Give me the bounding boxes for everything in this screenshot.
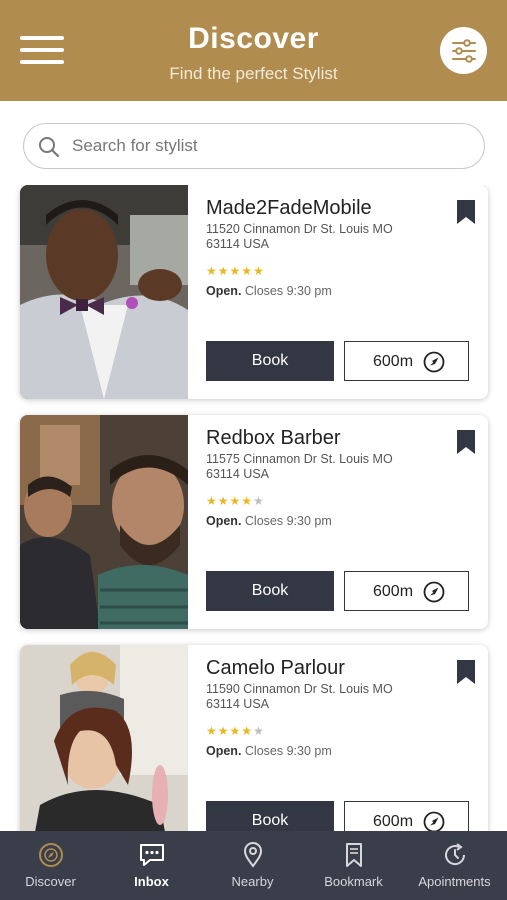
search-icon	[39, 137, 60, 158]
stylist-list[interactable]: Made2FadeMobile 11520 Cinnamon Dr St. Lo…	[0, 185, 507, 831]
bookmark-icon[interactable]	[456, 429, 476, 455]
chat-icon	[140, 844, 164, 866]
rating-stars: ★★★★★	[206, 264, 265, 278]
rating-stars: ★★★★★	[206, 494, 265, 508]
star-empty-icon: ★	[253, 494, 265, 508]
closing-time: Closes 9:30 pm	[244, 284, 332, 298]
tab-label: Inbox	[134, 874, 169, 889]
star-filled-icon: ★	[217, 494, 230, 508]
distance-button[interactable]: 600m	[344, 801, 469, 831]
refresh-clock-icon	[445, 843, 466, 866]
stylist-name[interactable]: Camelo Parlour	[206, 657, 345, 680]
book-button[interactable]: Book	[206, 571, 334, 611]
stylist-photo	[20, 185, 188, 399]
star-filled-icon: ★	[241, 264, 254, 278]
distance-label: 600m	[373, 813, 414, 830]
stylist-address: 11590 Cinnamon Dr St. Louis MO 63114 USA	[206, 682, 393, 711]
bookmark-icon[interactable]	[456, 659, 476, 685]
filter-button[interactable]	[440, 27, 487, 74]
star-filled-icon: ★	[206, 724, 218, 738]
stylist-name[interactable]: Redbox Barber	[206, 427, 341, 450]
stylist-card[interactable]: Redbox Barber 11575 Cinnamon Dr St. Loui…	[20, 415, 488, 629]
star-filled-icon: ★	[229, 494, 242, 508]
rating-stars: ★★★★★	[206, 724, 265, 738]
open-status: Open.	[206, 284, 242, 298]
distance-button[interactable]: 600m	[344, 341, 469, 381]
stylist-card[interactable]: Camelo Parlour 11590 Cinnamon Dr St. Lou…	[20, 645, 488, 831]
star-filled-icon: ★	[217, 264, 230, 278]
star-filled-icon: ★	[206, 264, 218, 278]
open-hours: Open. Closes 9:30 pm	[206, 284, 332, 298]
tab-label: Discover	[25, 874, 76, 889]
stylist-photo	[20, 415, 188, 629]
tab-nearby[interactable]: Nearby	[202, 831, 303, 900]
stylist-address: 11575 Cinnamon Dr St. Louis MO 63114 USA	[206, 452, 393, 481]
star-filled-icon: ★	[229, 264, 242, 278]
star-filled-icon: ★	[217, 724, 230, 738]
search-input[interactable]	[72, 133, 472, 159]
book-button[interactable]: Book	[206, 341, 334, 381]
open-hours: Open. Closes 9:30 pm	[206, 514, 332, 528]
app-header: Discover Find the perfect Stylist	[0, 0, 507, 101]
star-filled-icon: ★	[253, 264, 265, 278]
open-status: Open.	[206, 744, 242, 758]
bottom-tab-bar: Discover Inbox Nearby Bookmark Apointmen…	[0, 831, 507, 900]
location-pin-icon	[243, 842, 263, 868]
tab-discover[interactable]: Discover	[0, 831, 101, 900]
stylist-name[interactable]: Made2FadeMobile	[206, 197, 372, 220]
stylist-photo	[20, 645, 188, 831]
tab-label: Nearby	[231, 874, 274, 889]
tab-appointments[interactable]: Apointments	[404, 831, 505, 900]
closing-time: Closes 9:30 pm	[244, 744, 332, 758]
navigation-icon	[423, 581, 445, 603]
page-title: Discover	[188, 22, 319, 55]
closing-time: Closes 9:30 pm	[244, 514, 332, 528]
distance-button[interactable]: 600m	[344, 571, 469, 611]
discover-icon	[39, 843, 63, 867]
distance-label: 600m	[373, 583, 414, 600]
bookmark-icon[interactable]	[456, 199, 476, 225]
open-hours: Open. Closes 9:30 pm	[206, 744, 332, 758]
book-button[interactable]: Book	[206, 801, 334, 831]
star-filled-icon: ★	[241, 724, 254, 738]
tab-label: Apointments	[418, 874, 491, 889]
star-empty-icon: ★	[253, 724, 265, 738]
tab-inbox[interactable]: Inbox	[101, 831, 202, 900]
search-bar[interactable]	[23, 123, 485, 169]
stylist-card[interactable]: Made2FadeMobile 11520 Cinnamon Dr St. Lo…	[20, 185, 488, 399]
star-filled-icon: ★	[241, 494, 254, 508]
navigation-icon	[423, 811, 445, 831]
star-filled-icon: ★	[229, 724, 242, 738]
page-subtitle: Find the perfect Stylist	[169, 64, 338, 83]
bookmark-icon	[346, 843, 362, 867]
star-filled-icon: ★	[206, 494, 218, 508]
tab-bookmark[interactable]: Bookmark	[303, 831, 404, 900]
tab-label: Bookmark	[324, 874, 383, 889]
stylist-address: 11520 Cinnamon Dr St. Louis MO 63114 USA	[206, 222, 393, 251]
navigation-icon	[423, 351, 445, 373]
filter-sliders-icon	[452, 39, 476, 63]
open-status: Open.	[206, 514, 242, 528]
distance-label: 600m	[373, 353, 414, 370]
